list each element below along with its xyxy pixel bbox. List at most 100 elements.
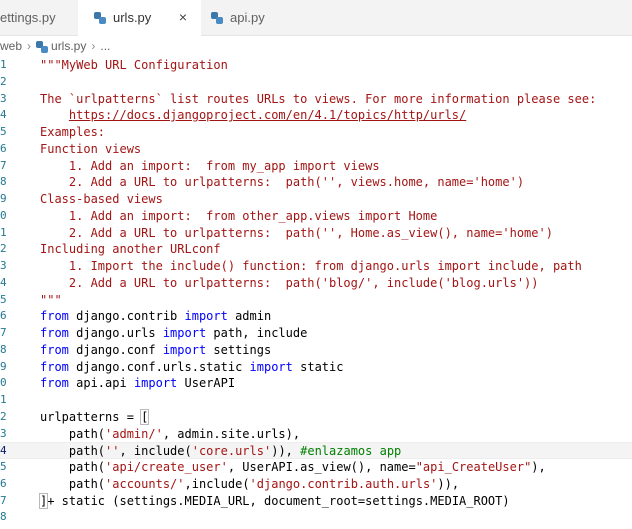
code-token: 'api/create_user' — [105, 460, 228, 474]
code-line[interactable]: 2 urlpatterns = [ — [0, 408, 632, 426]
code-line[interactable]: 3 path('admin/', admin.site.urls), — [0, 426, 632, 443]
code-token: #enlazamos app — [300, 444, 402, 459]
code-token: https://docs.djangoproject.com/en/4.1/to… — [68, 108, 467, 123]
line-number: 7 — [0, 326, 7, 339]
line-number: 6 — [0, 476, 7, 490]
line-number: 9 — [0, 359, 7, 373]
line-number: 2 — [0, 74, 7, 88]
code-line[interactable]: 8 — [0, 509, 632, 526]
code-line[interactable]: 6 path('accounts/',include('django.contr… — [0, 476, 632, 493]
line-text: 2. Add a URL to urlpatterns: path('blog/… — [40, 275, 539, 292]
python-file-icon — [94, 11, 106, 24]
code-token: )), — [437, 476, 460, 491]
code-line[interactable]: 9 from django.conf.urls.static import sta… — [0, 359, 632, 376]
line-text: urlpatterns = [ — [40, 408, 150, 426]
line-text: from django.conf import settings — [40, 342, 271, 359]
code-line[interactable]: 6 from django.contrib import admin — [0, 308, 632, 325]
line-number: 4 — [0, 108, 7, 122]
line-text: path('admin/', admin.site.urls), — [40, 426, 300, 443]
line-text: from django.contrib import admin — [40, 308, 271, 325]
close-icon[interactable]: × — [179, 10, 187, 24]
line-text: 1. Add an import: from my_app import vie… — [40, 158, 380, 175]
code-line[interactable]: 7 from django.urls import path, include — [0, 325, 632, 342]
code-token: [ — [140, 408, 150, 425]
code-token: + static (settings.MEDIA_URL, document_r… — [47, 493, 510, 508]
line-number: 4 — [0, 444, 7, 458]
line-text: from api.api import UserAPI — [40, 375, 235, 392]
code-editor[interactable]: 1 """MyWeb URL Configuration 2 3 The `urlpat… — [0, 57, 632, 526]
code-token: settings — [206, 342, 272, 357]
line-number: 2 — [0, 409, 7, 423]
code-token: The `urlpatterns` list routes URLs to vi… — [40, 91, 597, 106]
line-number: 3 — [0, 259, 7, 272]
code-line[interactable]: 5 """ — [0, 292, 632, 309]
code-line[interactable]: 4 https://docs.djangoproject.com/en/4.1/… — [0, 107, 632, 124]
code-line[interactable]: 8 from django.conf import settings — [0, 342, 632, 359]
code-token: , admin.site.urls), — [162, 426, 301, 441]
line-text: path('api/create_user', UserAPI.as_view(… — [40, 459, 546, 476]
line-number: 4 — [0, 275, 7, 289]
breadcrumb-folder[interactable]: web — [0, 39, 22, 53]
tab-settings-py[interactable]: ettings.py — [0, 0, 78, 35]
code-token: urlpatterns = — [40, 409, 142, 424]
code-line[interactable]: 9 Class-based views — [0, 191, 632, 208]
code-token: , UserAPI.as_view(), name= — [227, 460, 416, 474]
code-token: 1. Import the include() function: from d… — [40, 259, 582, 273]
line-text: https://docs.djangoproject.com/en/4.1/to… — [40, 107, 466, 124]
code-line[interactable]: 2 Including another URLconf — [0, 241, 632, 258]
code-token: from — [40, 326, 69, 340]
line-number: 0 — [0, 208, 7, 222]
code-line[interactable]: 3 The `urlpatterns` list routes URLs to v… — [0, 91, 632, 108]
line-text: """MyWeb URL Configuration — [40, 57, 228, 74]
code-line[interactable]: 5 Examples: — [0, 124, 632, 141]
code-line[interactable]: 4 2. Add a URL to urlpatterns: path('blo… — [0, 275, 632, 292]
code-token: import — [162, 342, 207, 357]
code-line[interactable]: 7 1. Add an import: from my_app import v… — [0, 158, 632, 175]
line-text: Examples: — [40, 124, 105, 141]
chevron-right-icon: › — [91, 39, 96, 53]
code-line[interactable]: 1 — [0, 392, 632, 409]
code-line[interactable]: 3 1. Import the include() function: from… — [0, 258, 632, 275]
code-line[interactable]: 8 2. Add a URL to urlpatterns: path('', … — [0, 174, 632, 191]
code-line[interactable]: 5 path('api/create_user', UserAPI.as_vie… — [0, 459, 632, 476]
code-line[interactable]: 0 from api.api import UserAPI — [0, 375, 632, 392]
code-line[interactable]: 7]+ static (settings.MEDIA_URL, document… — [0, 492, 632, 510]
line-number: 6 — [0, 309, 7, 323]
line-text: 2. Add a URL to urlpatterns: path('', Ho… — [40, 225, 553, 242]
code-token: )), — [271, 444, 301, 459]
code-line[interactable]: 1 """MyWeb URL Configuration — [0, 57, 632, 74]
code-token: 'core.urls' — [191, 444, 272, 459]
code-token: ), — [531, 460, 546, 474]
code-token: import — [162, 326, 207, 340]
code-token: , include( — [119, 444, 192, 459]
tab-api-py[interactable]: api.py — [201, 0, 311, 35]
line-number: 8 — [0, 510, 7, 524]
breadcrumb: web › urls.py › ... — [0, 36, 632, 56]
breadcrumb-file[interactable]: urls.py — [51, 39, 86, 53]
tab-urls-py[interactable]: urls.py × — [78, 0, 201, 36]
code-line[interactable]: 6 Function views — [0, 141, 632, 158]
code-token: django.conf — [68, 342, 163, 357]
breadcrumb-more[interactable]: ... — [100, 39, 110, 53]
line-number: 7 — [0, 158, 7, 172]
code-line[interactable]: 0 1. Add an import: from other_app.views… — [0, 208, 632, 225]
code-token: django.conf.urls.static — [68, 359, 250, 374]
tab-label: api.py — [230, 10, 265, 25]
code-line[interactable]: 2 — [0, 74, 632, 91]
code-token: 2. Add a URL to urlpatterns: path('', vi… — [40, 175, 525, 190]
line-number: 5 — [0, 292, 7, 306]
code-token: import — [133, 376, 178, 391]
code-line[interactable]: 1 2. Add a URL to urlpatterns: path('', … — [0, 225, 632, 242]
code-token: from — [40, 309, 69, 324]
code-line[interactable]: 4 path('', include('core.urls')), #enlaz… — [0, 442, 632, 459]
line-number: 5 — [0, 125, 7, 138]
code-token: django.urls — [68, 326, 163, 340]
code-token: static — [292, 359, 344, 374]
python-file-icon — [36, 40, 49, 53]
code-token: 2. Add a URL to urlpatterns: path('blog/… — [40, 275, 539, 290]
code-token: path( — [40, 476, 106, 491]
line-number: 3 — [0, 91, 7, 105]
code-token: api.api — [68, 376, 134, 391]
line-number: 0 — [0, 376, 7, 390]
